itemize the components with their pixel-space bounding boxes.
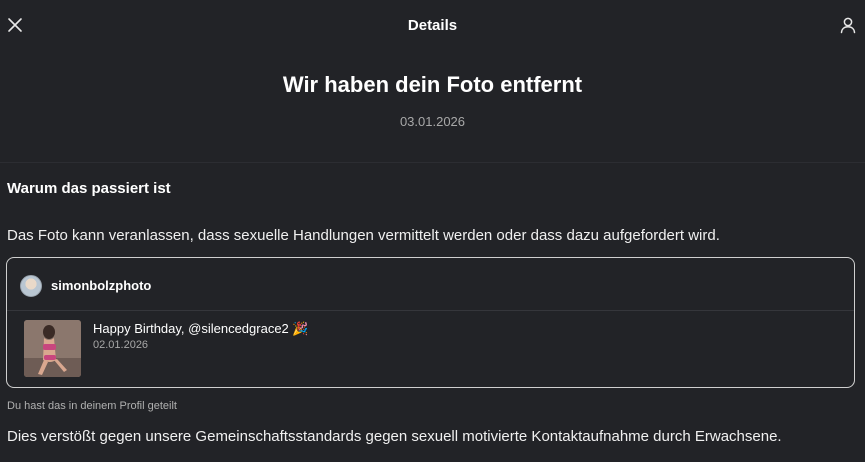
divider xyxy=(0,162,865,163)
violation-text: Dies verstößt gegen unsere Gemeinschafts… xyxy=(7,428,782,445)
post-caption: Happy Birthday, @silencedgrace2 🎉 xyxy=(93,321,309,336)
top-bar: Details xyxy=(0,0,865,52)
post-date: 02.01.2026 xyxy=(93,339,149,351)
notice-date: 03.01.2026 xyxy=(399,114,466,129)
person-icon[interactable] xyxy=(839,16,857,34)
shared-note: Du hast das in deinem Profil geteilt xyxy=(7,400,177,412)
reason-text: Das Foto kann veranlassen, dass sexuelle… xyxy=(7,227,720,244)
reason-heading: Warum das passiert ist xyxy=(7,180,171,197)
page-title: Details xyxy=(407,17,458,34)
post-username: simonbolzphoto xyxy=(51,278,152,293)
card-divider xyxy=(7,310,854,311)
avatar xyxy=(20,275,42,297)
notice-title: Wir haben dein Foto entfernt xyxy=(282,72,583,97)
removed-post-card[interactable]: simonbolzphoto Happy Birthday, @silenced… xyxy=(6,257,855,388)
post-thumbnail xyxy=(24,320,81,377)
notice-header: Wir haben dein Foto entfernt 03.01.2026 xyxy=(0,52,865,162)
post-header: simonbolzphoto xyxy=(7,258,854,310)
